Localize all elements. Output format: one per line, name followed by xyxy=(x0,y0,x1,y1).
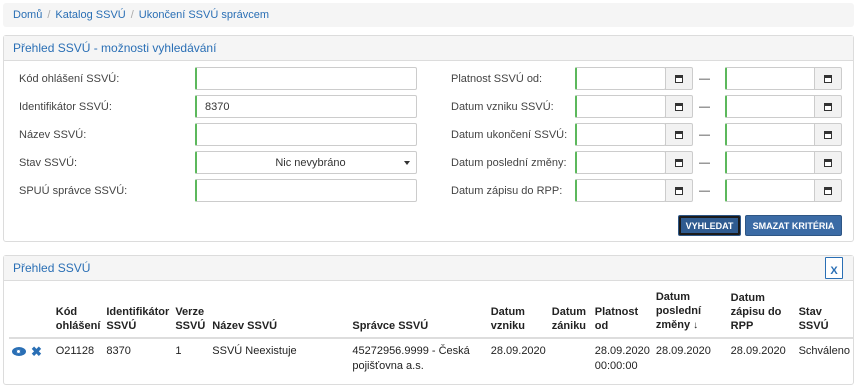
calendar-button[interactable] xyxy=(814,123,842,146)
col-code-header[interactable]: Kód ohlášení xyxy=(52,290,104,339)
name-input[interactable] xyxy=(195,123,417,146)
cell-state: Schváleno xyxy=(798,345,850,357)
cell-name: SSVÚ Neexistuje xyxy=(212,345,297,357)
validity-label: Platnost SSVÚ od: xyxy=(451,73,543,85)
breadcrumb-catalog-link[interactable]: Katalog SSVÚ xyxy=(55,9,125,21)
range-separator: — xyxy=(699,101,710,113)
origin-date-to-input[interactable] xyxy=(725,95,816,118)
end-date-from-input[interactable] xyxy=(575,123,666,146)
breadcrumb-separator: / xyxy=(130,9,134,21)
rpp-date-to-input[interactable] xyxy=(725,179,816,202)
last-change-label: Datum poslední změny: xyxy=(451,157,567,169)
chevron-down-icon xyxy=(404,161,410,165)
calendar-button[interactable] xyxy=(814,179,842,202)
calendar-button[interactable] xyxy=(814,67,842,90)
col-validity-header[interactable]: Platnost od xyxy=(591,290,653,339)
clear-criteria-button[interactable]: SMAZAT KRITÉRIA xyxy=(745,215,842,236)
breadcrumb-separator: / xyxy=(47,9,51,21)
col-admin-header[interactable]: Správce SSVÚ xyxy=(349,290,488,339)
col-rpp-header[interactable]: Datum zápisu do RPP xyxy=(727,290,796,339)
cell-end-date xyxy=(549,338,592,374)
col-identifier-header[interactable]: Identifikátor SSVÚ xyxy=(103,290,173,339)
rpp-date-from-input[interactable] xyxy=(575,179,666,202)
calendar-button[interactable] xyxy=(665,67,693,90)
rpp-date-label: Datum zápisu do RPP: xyxy=(451,185,563,197)
cell-last-change: 28.09.2020 xyxy=(655,345,711,357)
calendar-icon xyxy=(824,74,832,83)
calendar-icon xyxy=(824,130,832,139)
row-actions: ✖ xyxy=(9,338,53,374)
eye-icon[interactable] xyxy=(12,347,26,356)
calendar-button[interactable] xyxy=(665,123,693,146)
cell-version: 1 xyxy=(175,345,182,357)
cell-origin-date: 28.09.2020 xyxy=(490,345,546,357)
excel-export-icon[interactable]: X xyxy=(825,257,843,279)
range-separator: — xyxy=(699,185,710,197)
origin-date-label: Datum vzniku SSVÚ: xyxy=(451,101,554,113)
end-date-to-input[interactable] xyxy=(725,123,816,146)
cell-validity: 28.09.2020 00:00:00 xyxy=(594,345,650,372)
breadcrumb: Domů / Katalog SSVÚ / Ukončení SSVÚ sprá… xyxy=(3,3,854,27)
search-panel: Přehled SSVÚ - možnosti vyhledávání Kód … xyxy=(3,35,854,242)
cell-rpp-date: 28.09.2020 xyxy=(730,345,786,357)
breadcrumb-home-link[interactable]: Domů xyxy=(13,9,42,21)
calendar-icon xyxy=(824,158,832,167)
calendar-button[interactable] xyxy=(814,151,842,174)
end-date-label: Datum ukončení SSVÚ: xyxy=(451,129,568,141)
col-state-header[interactable]: Stav SSVÚ xyxy=(795,290,853,339)
sort-desc-icon: ↓ xyxy=(693,320,699,331)
results-panel-header: Přehled SSVÚ X xyxy=(4,256,853,281)
calendar-icon xyxy=(675,102,683,111)
last-change-from-input[interactable] xyxy=(575,151,666,174)
origin-date-from-input[interactable] xyxy=(575,95,666,118)
col-last-change-header[interactable]: Datum poslední změny ↓ xyxy=(652,290,728,339)
code-label: Kód ohlášení SSVÚ: xyxy=(19,73,120,85)
search-panel-title: Přehled SSVÚ - možnosti vyhledávání xyxy=(4,36,853,61)
calendar-button[interactable] xyxy=(665,151,693,174)
col-origin-header[interactable]: Datum vzniku xyxy=(487,290,549,339)
breadcrumb-current-link[interactable]: Ukončení SSVÚ správcem xyxy=(139,9,269,21)
col-name-header[interactable]: Název SSVÚ xyxy=(209,290,350,339)
calendar-icon xyxy=(675,158,683,167)
calendar-button[interactable] xyxy=(665,179,693,202)
range-separator: — xyxy=(699,73,710,85)
col-version-header[interactable]: Verze SSVÚ xyxy=(172,290,210,339)
range-separator: — xyxy=(699,157,710,169)
results-panel-title: Přehled SSVÚ xyxy=(13,261,91,275)
identifier-label: Identifikátor SSVÚ: xyxy=(19,101,112,113)
state-select[interactable]: Nic nevybráno xyxy=(195,151,417,174)
cell-admin: 45272956.9999 - Česká pojišťovna a.s. xyxy=(352,345,470,372)
calendar-icon xyxy=(824,186,832,195)
name-label: Název SSVÚ: xyxy=(19,129,87,141)
admin-input[interactable] xyxy=(195,179,417,202)
code-input[interactable] xyxy=(195,67,417,90)
validity-from-input[interactable] xyxy=(575,67,666,90)
calendar-button[interactable] xyxy=(665,95,693,118)
search-button[interactable]: VYHLEDAT xyxy=(678,215,741,236)
cell-code: O21128 xyxy=(55,345,95,357)
table-header-row: Kód ohlášení Identifikátor SSVÚ Verze SS… xyxy=(9,290,853,339)
col-end-header[interactable]: Datum zániku xyxy=(548,290,592,339)
calendar-icon xyxy=(824,102,832,111)
admin-label: SPUÚ správce SSVÚ: xyxy=(19,185,128,197)
state-label: Stav SSVÚ: xyxy=(19,157,78,169)
calendar-button[interactable] xyxy=(814,95,842,118)
identifier-input[interactable]: 8370 xyxy=(195,95,417,118)
calendar-icon xyxy=(675,74,683,83)
results-panel: Přehled SSVÚ X Kód ohlášení Identifikáto… xyxy=(3,255,854,385)
table-row: ✖ O21128 8370 1 SSVÚ Neexistuje 45272956… xyxy=(9,338,853,374)
validity-to-input[interactable] xyxy=(725,67,816,90)
cell-identifier: 8370 xyxy=(106,345,131,357)
calendar-icon xyxy=(675,186,683,195)
state-select-value: Nic nevybráno xyxy=(275,156,346,169)
last-change-to-input[interactable] xyxy=(725,151,816,174)
calendar-icon xyxy=(675,130,683,139)
actions-header xyxy=(9,290,53,339)
results-table: Kód ohlášení Identifikátor SSVÚ Verze SS… xyxy=(9,290,853,374)
excel-export-icon-label: X xyxy=(830,265,838,277)
range-separator: — xyxy=(699,129,710,141)
close-icon[interactable]: ✖ xyxy=(31,344,42,359)
